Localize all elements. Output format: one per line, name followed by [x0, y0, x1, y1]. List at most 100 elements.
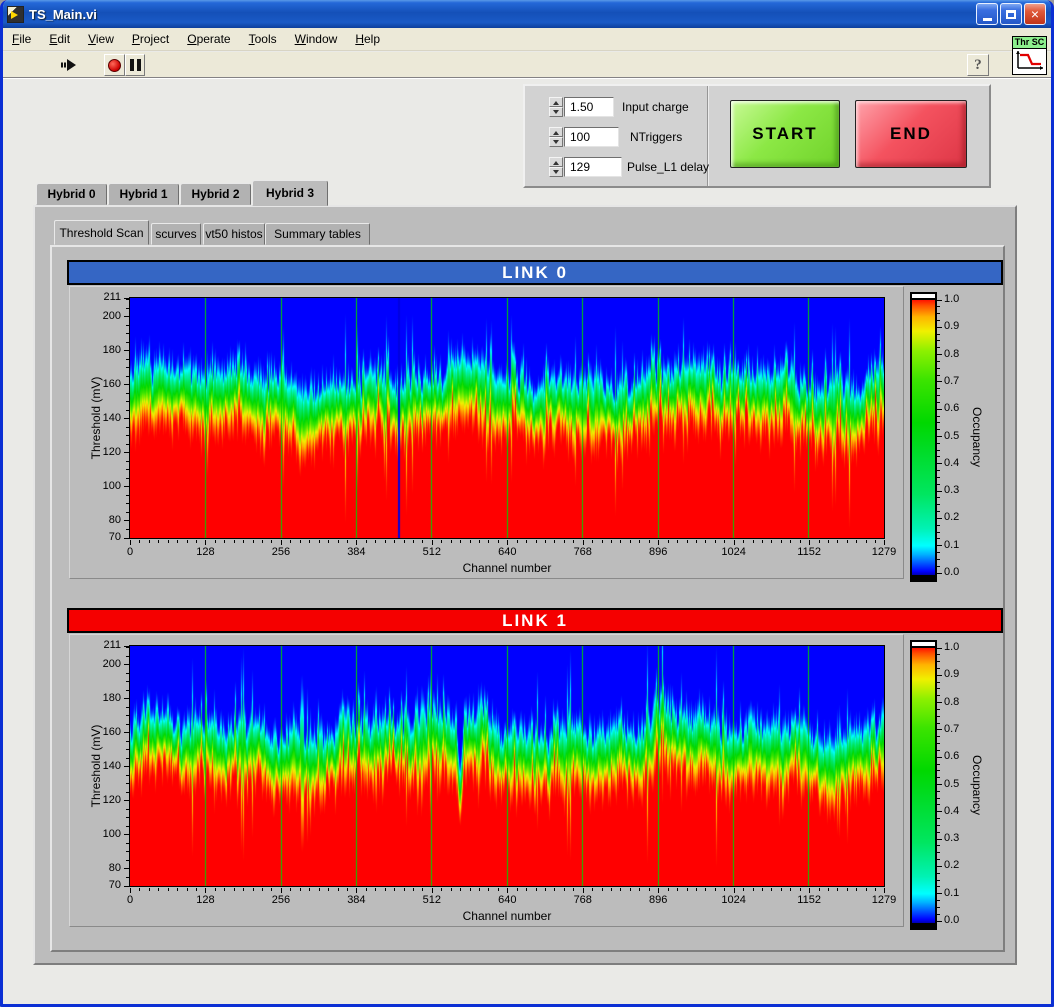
x-axis-minor-tick [158, 888, 159, 891]
x-axis-minor-tick [139, 888, 140, 891]
colorbar-tick-label: 0.6 [944, 750, 959, 762]
subtab-scurves[interactable]: scurves [151, 223, 201, 245]
y-axis-minor-tick [126, 469, 129, 470]
pulse-l1-delay-field[interactable] [564, 157, 622, 177]
menu-item-project[interactable]: Project [123, 30, 178, 48]
input-charge-spin-up[interactable] [549, 97, 563, 107]
x-axis-minor-tick [413, 540, 414, 543]
colorbar-title: Occupancy [970, 740, 984, 830]
pause-button[interactable] [125, 54, 145, 76]
y-axis-minor-tick [126, 809, 129, 810]
x-axis-minor-tick [753, 888, 754, 891]
y-axis-minor-tick [126, 724, 129, 725]
menu-item-help[interactable]: Help [346, 30, 389, 48]
x-axis-minor-tick [319, 540, 320, 543]
tab-hybrid-3[interactable]: Hybrid 3 [252, 180, 328, 206]
x-axis-minor-tick [243, 888, 244, 891]
start-button[interactable]: START [730, 100, 840, 168]
x-axis-tick-label: 1279 [862, 546, 906, 558]
x-axis-minor-tick [649, 540, 650, 543]
abort-icon [108, 59, 121, 72]
tab-hybrid-1[interactable]: Hybrid 1 [108, 183, 179, 205]
x-axis-minor-tick [479, 540, 480, 543]
pulse-l1-delay-spin-up[interactable] [549, 157, 563, 167]
minimize-button[interactable] [976, 3, 998, 25]
subtab-vt50-histos[interactable]: vt50 histos [203, 223, 265, 245]
link-0-plot-canvas[interactable] [130, 298, 884, 538]
y-axis-tick-label: 200 [84, 310, 121, 322]
x-axis-minor-tick [149, 888, 150, 891]
ntriggers-spinner[interactable] [549, 127, 563, 148]
application-window: TS_Main.vi × FileEditViewProjectOperateT… [0, 0, 1054, 1007]
menu-item-window[interactable]: Window [286, 30, 347, 48]
x-axis-minor-tick [488, 540, 489, 543]
x-axis-minor-tick [300, 540, 301, 543]
y-axis-tick-label: 100 [84, 480, 121, 492]
abort-button[interactable] [104, 54, 125, 76]
end-button[interactable]: END [855, 100, 967, 168]
x-axis-minor-tick [253, 888, 254, 891]
subtab-summary-tables[interactable]: Summary tables [265, 223, 370, 245]
x-axis-minor-tick [630, 540, 631, 543]
colorbar-minor-tick [937, 477, 940, 478]
x-axis-minor-tick [545, 540, 546, 543]
y-axis-minor-tick [126, 741, 129, 742]
y-axis-tick-label: 70 [84, 531, 121, 543]
x-axis-major-tick [432, 540, 433, 545]
colorbar-tick-label: 0.3 [944, 832, 959, 844]
pulse-l1-delay-spinner[interactable] [549, 157, 563, 178]
menu-item-tools[interactable]: Tools [240, 30, 286, 48]
x-axis-minor-tick [743, 888, 744, 891]
ntriggers-label: NTriggers [630, 130, 682, 144]
close-button[interactable]: × [1024, 3, 1046, 25]
y-axis-major-tick [124, 766, 129, 767]
vi-icon-thumbnail[interactable]: Thr SC [1012, 36, 1047, 75]
x-axis-minor-tick [300, 888, 301, 891]
colorbar-minor-tick [937, 668, 940, 669]
x-axis-minor-tick [611, 540, 612, 543]
x-axis-major-tick [281, 888, 282, 893]
colorbar-tick-label: 0.7 [944, 723, 959, 735]
link-1-plot-canvas[interactable] [130, 646, 884, 886]
ntriggers-spin-down[interactable] [549, 137, 563, 147]
y-axis-minor-tick [126, 444, 129, 445]
colorbar-minor-tick [937, 388, 940, 389]
x-axis-minor-tick [687, 540, 688, 543]
help-button[interactable]: ? [967, 54, 989, 76]
x-axis-minor-tick [394, 888, 395, 891]
colorbar-minor-tick [937, 661, 940, 662]
link-1-plot-area[interactable] [129, 645, 885, 887]
y-axis-minor-tick [126, 427, 129, 428]
input-charge-spin-down[interactable] [549, 107, 563, 117]
colorbar-tick-label: 0.4 [944, 457, 959, 469]
ntriggers-spin-up[interactable] [549, 127, 563, 137]
y-axis-minor-tick [126, 851, 129, 852]
maximize-button[interactable] [1000, 3, 1022, 25]
minimize-icon [983, 18, 992, 21]
x-axis-minor-tick [366, 540, 367, 543]
colorbar-tick-label: 0.5 [944, 430, 959, 442]
link-0-plot-area[interactable] [129, 297, 885, 539]
x-axis-minor-tick [177, 540, 178, 543]
up-arrow-icon [553, 128, 559, 135]
tab-hybrid-0[interactable]: Hybrid 0 [36, 183, 107, 205]
below-range-swatch [912, 575, 935, 580]
tab-hybrid-2[interactable]: Hybrid 2 [180, 183, 251, 205]
ntriggers-field[interactable] [564, 127, 619, 147]
menu-item-file[interactable]: File [3, 30, 40, 48]
menu-item-operate[interactable]: Operate [178, 30, 239, 48]
y-axis-minor-tick [126, 792, 129, 793]
colorbar-major-tick [937, 921, 942, 922]
menu-item-edit[interactable]: Edit [40, 30, 79, 48]
x-axis-minor-tick [819, 888, 820, 891]
window-titlebar[interactable]: TS_Main.vi × [0, 0, 1054, 28]
run-button[interactable] [56, 54, 82, 76]
colorbar-major-tick [937, 354, 942, 355]
pulse-l1-delay-spin-down[interactable] [549, 167, 563, 177]
input-charge-spinner[interactable] [549, 97, 563, 118]
subtab-threshold-scan[interactable]: Threshold Scan [54, 220, 149, 245]
menu-item-view[interactable]: View [79, 30, 123, 48]
x-axis-minor-tick [498, 540, 499, 543]
input-charge-field[interactable] [564, 97, 614, 117]
color-gradient [912, 294, 935, 580]
